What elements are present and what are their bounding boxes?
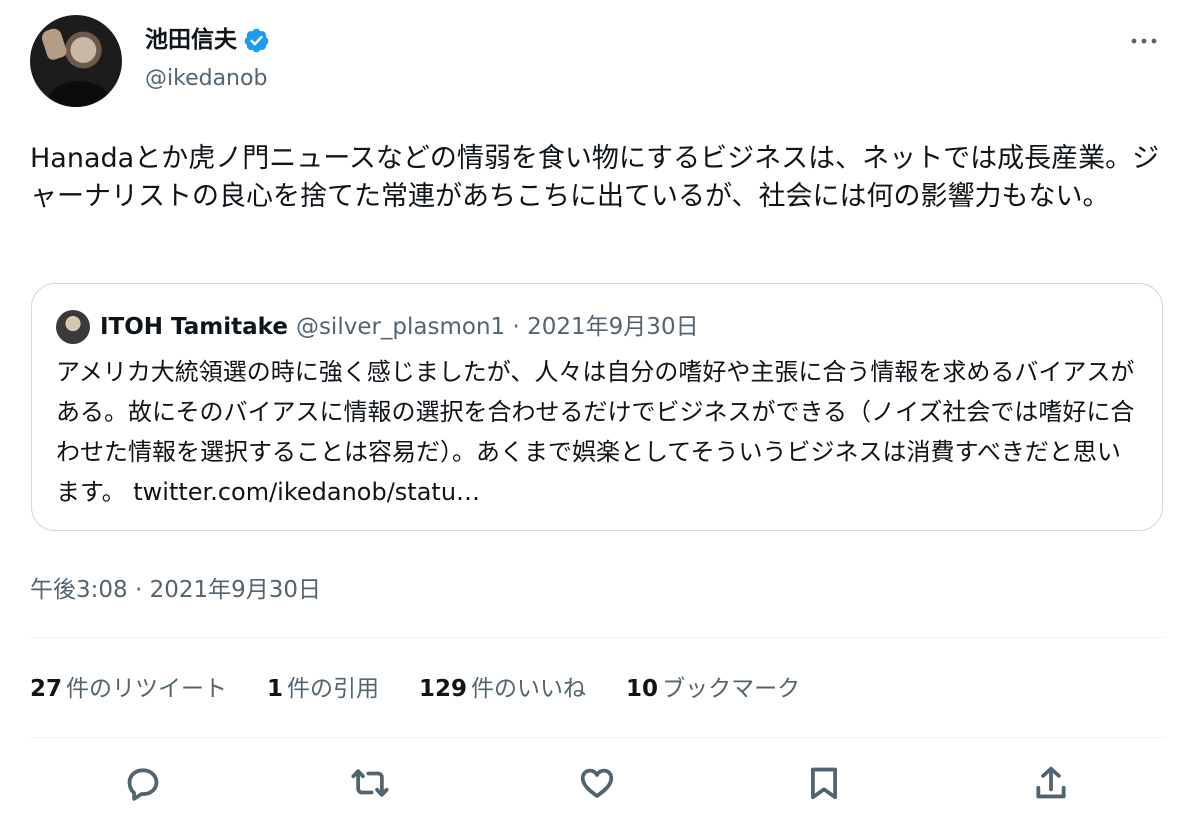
quotes-count: 1 [267,676,284,702]
quoted-author-name[interactable]: ITOH Tamitake [100,312,288,342]
heart-icon [580,768,614,798]
action-bar [0,760,1189,810]
bookmark-icon [811,767,837,800]
author-name[interactable]: 池田信夫 [145,26,237,54]
quoted-link[interactable]: twitter.com/ikedanob/statu… [133,478,480,506]
likes-stat[interactable]: 129 件のいいね [419,674,586,704]
retweet-icon [351,769,389,797]
quoted-author-handle[interactable]: @silver_plasmon1 [296,312,505,342]
engagement-stats: 27 件のリツイート 1 件の引用 129 件のいいね 10 ブックマーク [30,674,840,704]
retweets-stat[interactable]: 27 件のリツイート [30,674,227,704]
quoted-tweet-card[interactable]: ITOH Tamitake @silver_plasmon1 · 2021年9月… [31,283,1163,531]
share-button[interactable] [1030,762,1072,804]
like-button[interactable] [576,762,618,804]
quotes-label: 件の引用 [287,676,380,702]
quotes-stat[interactable]: 1 件の引用 [267,674,379,704]
retweets-label: 件のリツイート [66,676,228,702]
tweet-timestamp[interactable]: 午後3:08 · 2021年9月30日 [30,570,321,604]
author-block: 池田信夫 @ikedanob [145,26,270,92]
share-icon [1036,766,1066,799]
bookmarks-count: 10 [626,676,659,702]
likes-count: 129 [419,676,468,702]
author-name-row: 池田信夫 [145,26,270,54]
quoted-date[interactable]: 2021年9月30日 [527,312,698,342]
retweet-button[interactable] [349,762,391,804]
divider-bottom [30,737,1165,738]
bookmarks-stat[interactable]: 10 ブックマーク [626,674,800,704]
divider-top [30,637,1165,638]
avatar-shoulder [48,81,110,107]
author-avatar[interactable] [30,15,122,107]
likes-label: 件のいいね [471,676,587,702]
quoted-tweet-header: ITOH Tamitake @silver_plasmon1 · 2021年9月… [56,310,699,344]
verified-badge-icon [244,28,269,52]
bookmarks-label: ブックマーク [662,676,801,702]
avatar-hand [39,26,69,62]
bookmark-button[interactable] [803,762,845,804]
quoted-author-avatar[interactable] [56,310,90,344]
reply-button[interactable] [122,762,164,804]
reply-icon [127,768,159,801]
tweet-text: Hanadaとか虎ノ門ニュースなどの情弱を食い物にするビジネスは、ネットでは成長… [30,143,1160,212]
quoted-tweet-text: アメリカ大統領選の時に強く感じましたが、人々は自分の嗜好や主張に合う情報を求める… [56,352,1136,512]
more-dots-icon[interactable] [1127,28,1161,54]
author-handle[interactable]: @ikedanob [145,66,270,92]
quoted-separator: · [505,314,528,340]
retweets-count: 27 [30,676,63,702]
